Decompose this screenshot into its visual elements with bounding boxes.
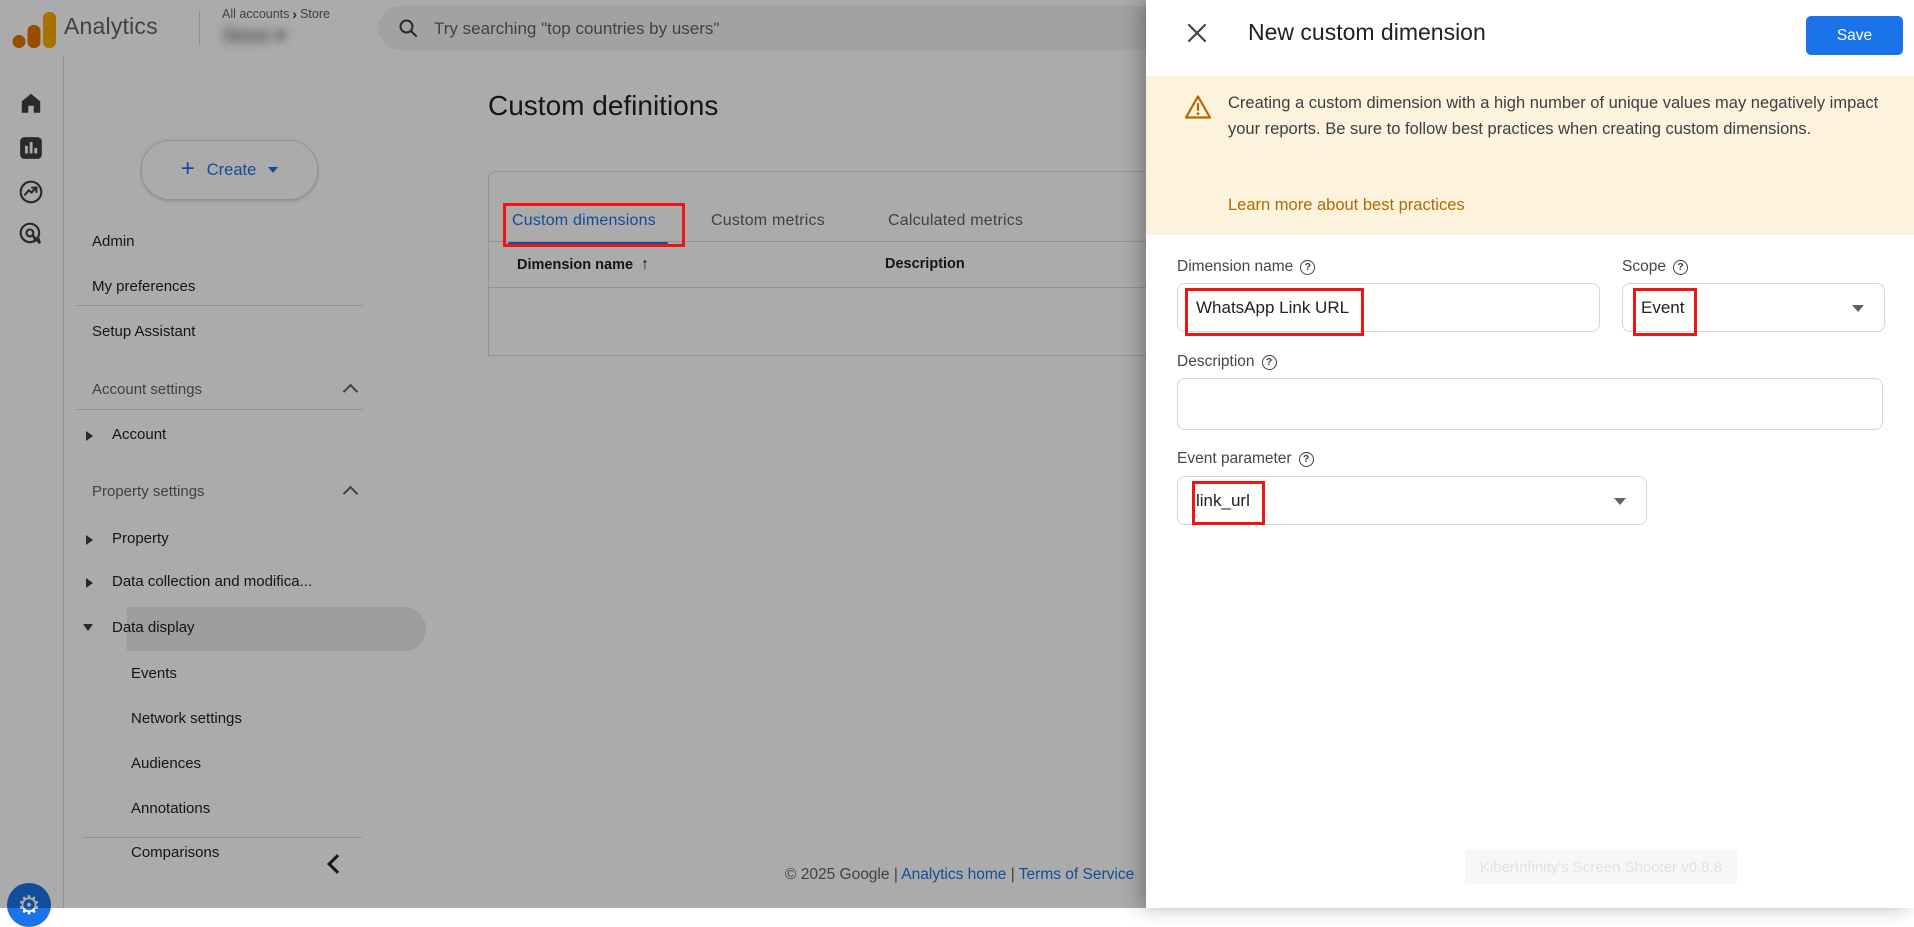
save-button[interactable]: Save — [1806, 16, 1903, 55]
description-field[interactable] — [1177, 378, 1883, 430]
scope-label: Scope? — [1622, 258, 1688, 276]
annotation-box-custom-dimensions-tab — [503, 203, 685, 247]
panel-title: New custom dimension — [1248, 19, 1486, 45]
best-practices-link[interactable]: Learn more about best practices — [1228, 196, 1465, 215]
new-custom-dimension-panel: New custom dimension Save Creating a cus… — [1146, 0, 1914, 908]
annotation-box-event-parameter-value — [1192, 481, 1265, 525]
warning-text: Creating a custom dimension with a high … — [1228, 94, 1879, 138]
help-icon[interactable]: ? — [1300, 259, 1316, 275]
annotation-box-scope-value — [1633, 288, 1697, 336]
dropdown-caret-icon — [1614, 498, 1626, 505]
annotation-box-dimension-name-value — [1185, 288, 1364, 336]
help-icon[interactable]: ? — [1298, 451, 1314, 467]
dimension-name-label: Dimension name? — [1177, 258, 1316, 276]
dropdown-caret-icon — [1852, 305, 1864, 312]
help-icon[interactable]: ? — [1672, 259, 1688, 275]
warning-banner: Creating a custom dimension with a high … — [1146, 76, 1914, 235]
description-label: Description? — [1177, 353, 1277, 371]
screenshot-tool-watermark: KiberInfinity's Screen Shooter v0.8.8 — [1465, 850, 1737, 884]
warning-icon — [1184, 95, 1212, 119]
help-icon[interactable]: ? — [1261, 354, 1277, 370]
description-input[interactable] — [1178, 379, 1882, 429]
event-parameter-label: Event parameter? — [1177, 450, 1314, 468]
close-icon[interactable] — [1186, 22, 1208, 44]
